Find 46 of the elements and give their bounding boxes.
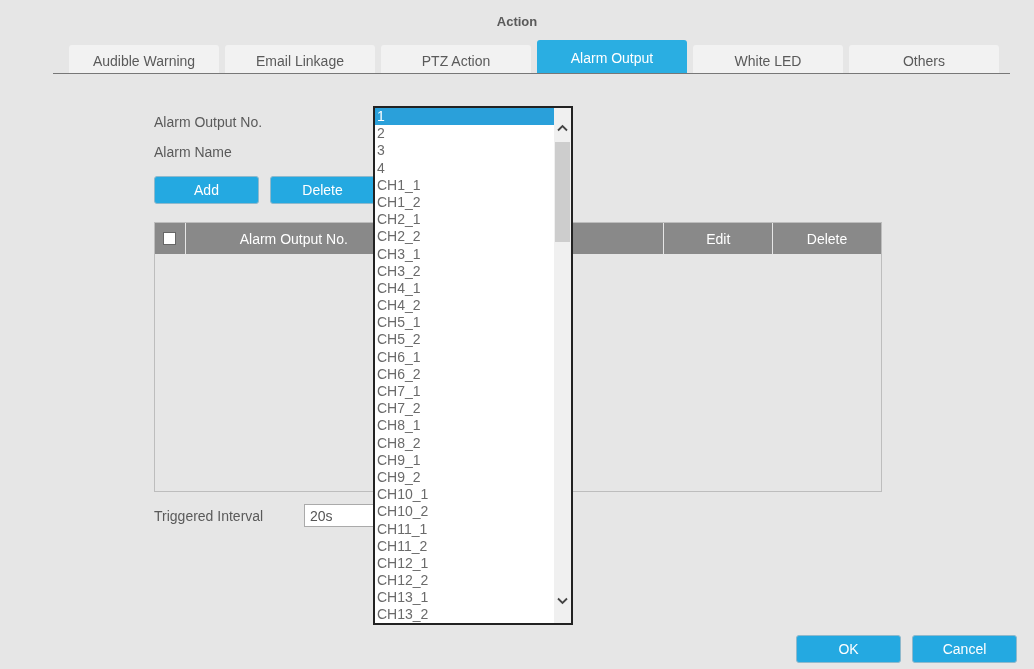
dropdown-option[interactable]: CH9_2 — [375, 468, 554, 487]
dropdown-option[interactable]: CH13_1 — [375, 589, 554, 607]
dropdown-option[interactable]: 2 — [375, 125, 554, 143]
dropdown-option[interactable]: CH6_2 — [375, 365, 554, 383]
dropdown-option[interactable]: CH10_1 — [375, 486, 554, 504]
dropdown-option[interactable]: CH12_1 — [375, 554, 554, 573]
field-label: Alarm Name — [154, 144, 232, 160]
dropdown-option[interactable]: CH8_2 — [375, 434, 554, 452]
dropdown-option[interactable]: CH12_2 — [375, 572, 554, 590]
tab[interactable]: Email Linkage — [225, 45, 375, 73]
dropdown-option[interactable]: CH4_2 — [375, 297, 554, 315]
dropdown-option[interactable]: 3 — [375, 142, 554, 160]
dropdown-option[interactable]: CH9_1 — [375, 451, 554, 469]
field-label: Triggered Interval — [154, 507, 265, 524]
dropdown-option[interactable]: 1 — [375, 108, 554, 126]
column-header: Edit — [664, 223, 773, 254]
dropdown-option[interactable]: CH5_2 — [375, 331, 554, 349]
tab[interactable]: Others — [849, 45, 999, 73]
select-all-checkbox[interactable] — [163, 232, 177, 245]
field-label: Alarm Output No. — [154, 114, 263, 130]
dropdown-option[interactable]: CH8_1 — [375, 417, 554, 435]
dropdown-option[interactable]: CH5_1 — [375, 314, 554, 332]
column-header: Delete — [773, 223, 881, 254]
chevron-down-icon[interactable] — [557, 597, 568, 605]
dropdown-option[interactable]: CH3_1 — [375, 245, 554, 263]
dropdown-option[interactable]: CH1_1 — [375, 176, 554, 194]
tab[interactable]: Audible Warning — [69, 45, 219, 73]
dialog-title: Action — [495, 13, 539, 31]
dropdown-option[interactable]: CH2_2 — [375, 228, 554, 246]
scrollbar[interactable] — [554, 108, 571, 623]
dropdown-option[interactable]: CH6_1 — [375, 348, 554, 366]
dropdown-option[interactable]: CH7_1 — [375, 383, 554, 401]
dropdown-option[interactable]: CH2_1 — [375, 211, 554, 229]
dropdown-option[interactable]: 4 — [375, 159, 554, 177]
tab[interactable]: PTZ Action — [381, 45, 531, 73]
dropdown-option[interactable]: CH13_2 — [375, 606, 554, 623]
tab[interactable]: White LED — [693, 45, 843, 73]
dropdown-option[interactable]: CH1_2 — [375, 193, 554, 212]
dropdown-option[interactable]: CH10_2 — [375, 503, 554, 521]
dropdown-option[interactable]: CH7_2 — [375, 400, 554, 418]
dropdown-option[interactable]: CH11_1 — [375, 520, 554, 538]
chevron-up-icon[interactable] — [557, 124, 568, 132]
dropdown-option[interactable]: CH4_1 — [375, 279, 554, 298]
dropdown-option[interactable]: CH11_2 — [375, 537, 554, 555]
scrollbar-thumb[interactable] — [555, 142, 570, 242]
dropdown-option[interactable]: CH3_2 — [375, 262, 554, 280]
